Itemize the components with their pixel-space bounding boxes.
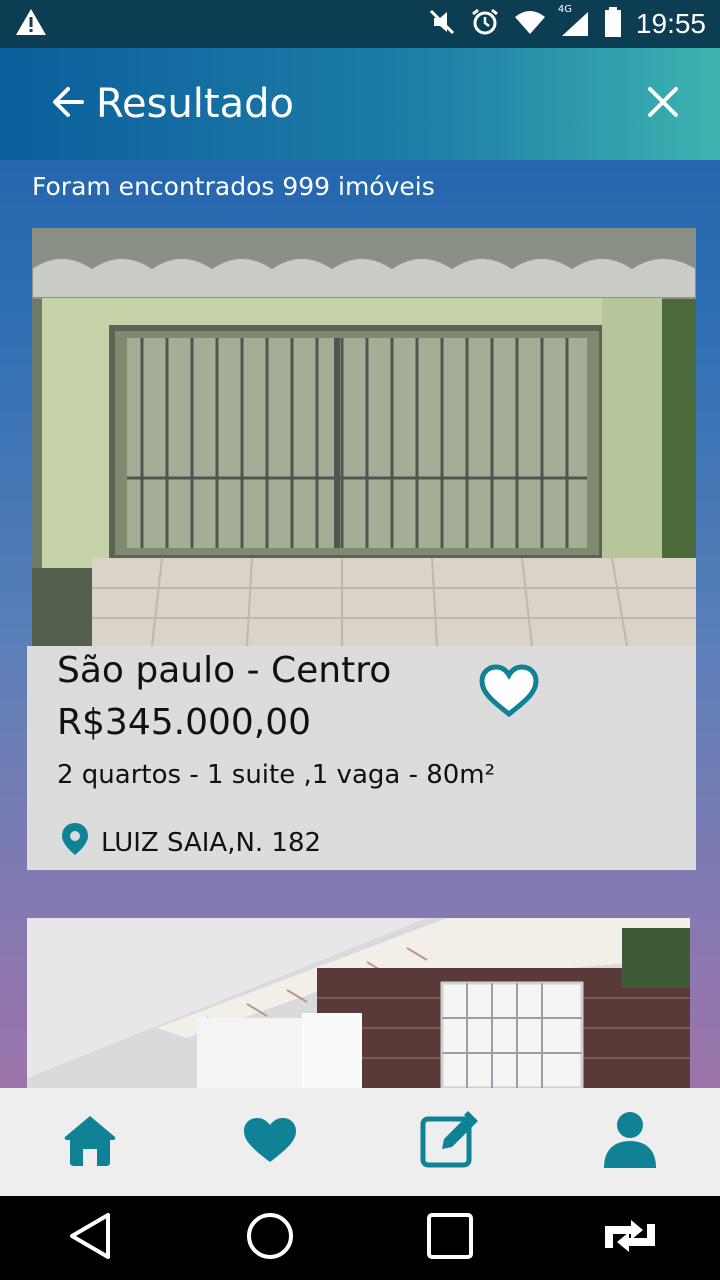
system-switch-app-button[interactable] xyxy=(590,1198,670,1278)
wifi-icon xyxy=(514,9,546,39)
listing-photo[interactable] xyxy=(32,228,696,646)
listing-card[interactable]: São paulo - Centro R$345.000,00 2 quarto… xyxy=(27,646,696,870)
listing-photo[interactable] xyxy=(27,918,690,1088)
heart-outline-icon xyxy=(479,664,539,722)
system-back-button[interactable] xyxy=(50,1198,130,1278)
battery-icon xyxy=(604,7,622,41)
bottom-navigation xyxy=(0,1088,720,1196)
nav-edit[interactable] xyxy=(405,1097,495,1187)
network-type-label: 4G xyxy=(557,4,573,15)
home-icon xyxy=(62,1113,118,1171)
circle-home-icon xyxy=(246,1212,294,1264)
nav-home[interactable] xyxy=(45,1097,135,1187)
favorite-button[interactable] xyxy=(479,664,539,722)
close-icon xyxy=(646,85,680,123)
status-bar: 4G 19:55 xyxy=(0,0,720,48)
mute-icon xyxy=(428,8,456,40)
listing-price: R$345.000,00 xyxy=(57,702,312,743)
signal-icon: 4G xyxy=(558,4,590,38)
status-time: 19:55 xyxy=(635,8,706,39)
listing-address-row: LUIZ SAIA,N. 182 xyxy=(61,822,321,863)
location-pin-icon xyxy=(61,822,89,863)
system-recents-button[interactable] xyxy=(410,1198,490,1278)
alarm-icon xyxy=(470,7,500,41)
edit-icon xyxy=(420,1111,480,1173)
close-button[interactable] xyxy=(646,85,680,123)
triangle-back-icon xyxy=(68,1212,112,1264)
nav-profile[interactable] xyxy=(585,1097,675,1187)
listing-address: LUIZ SAIA,N. 182 xyxy=(101,827,322,858)
switch-app-icon xyxy=(601,1216,659,1260)
back-button[interactable]: Resultado xyxy=(50,81,294,127)
app-bar: Resultado xyxy=(0,48,720,160)
listing-features: 2 quartos - 1 suite ,1 vaga - 80m² xyxy=(57,760,496,790)
system-home-button[interactable] xyxy=(230,1198,310,1278)
square-recents-icon xyxy=(427,1213,473,1263)
profile-icon xyxy=(602,1110,658,1174)
page-title: Resultado xyxy=(96,81,294,127)
arrow-left-icon xyxy=(50,84,86,124)
system-navigation-bar xyxy=(0,1196,720,1280)
results-count: Foram encontrados 999 imóveis xyxy=(32,172,435,201)
listing-location: São paulo - Centro xyxy=(57,650,392,691)
heart-icon xyxy=(242,1116,298,1168)
warning-icon xyxy=(14,7,48,41)
nav-favorites[interactable] xyxy=(225,1097,315,1187)
